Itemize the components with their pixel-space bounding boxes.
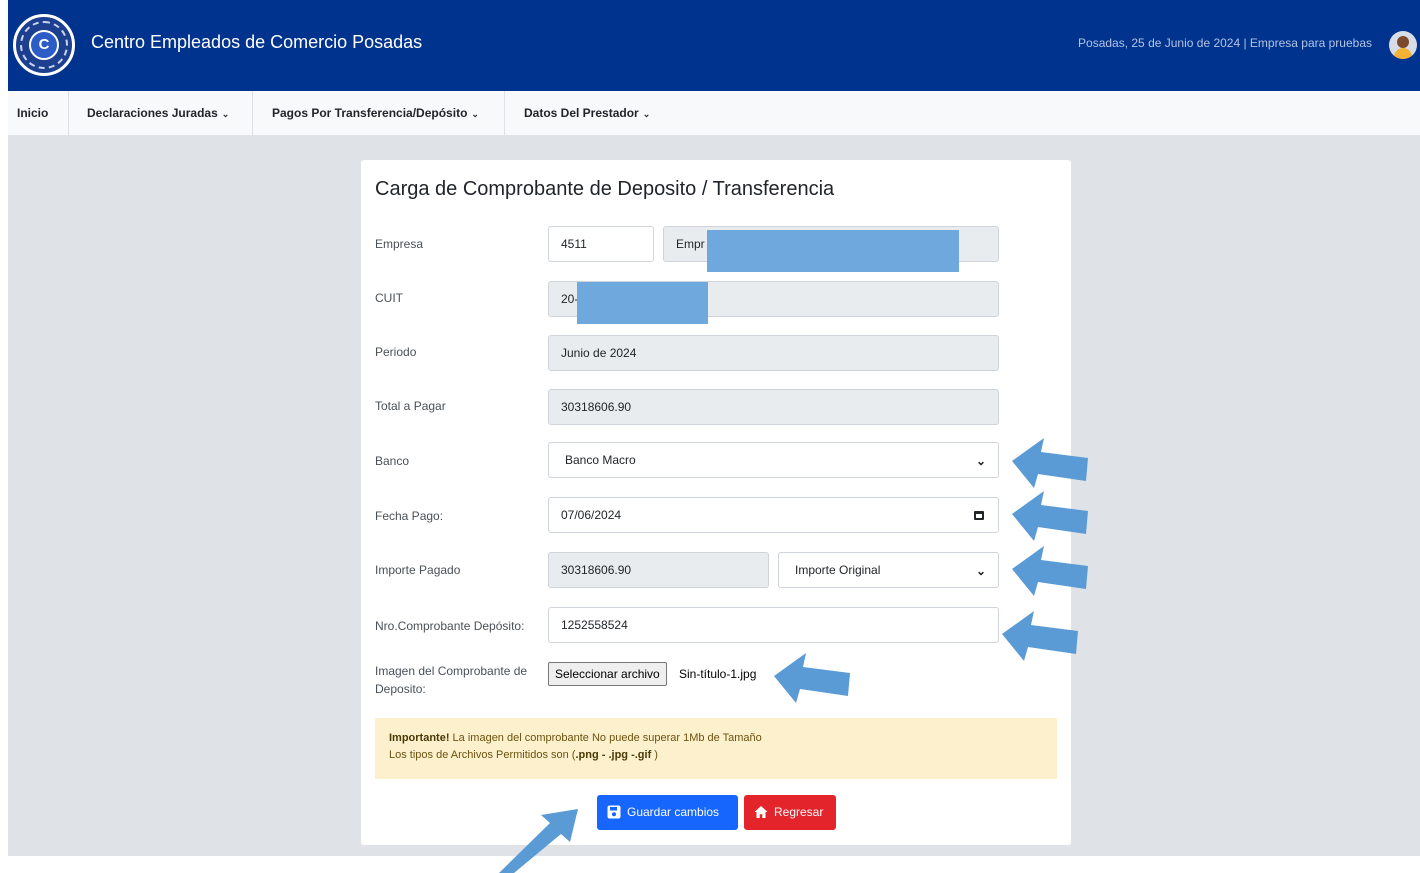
periodo-label: Periodo bbox=[375, 345, 417, 359]
top-header: C Centro Empleados de Comercio Posadas P… bbox=[8, 0, 1420, 91]
annotation-arrow-icon bbox=[774, 653, 850, 703]
empresa-code-input[interactable]: 4511 bbox=[548, 226, 654, 262]
periodo-field: Junio de 2024 bbox=[548, 335, 999, 371]
select-file-button[interactable]: Seleccionar archivo bbox=[548, 662, 667, 686]
floppy-disk-icon bbox=[607, 805, 621, 819]
page-title: Carga de Comprobante de Deposito / Trans… bbox=[375, 178, 835, 200]
annotation-arrow-icon bbox=[1002, 611, 1078, 661]
nav-item-declaraciones-juradas[interactable]: Declaraciones Juradas ⌄ bbox=[87, 106, 229, 120]
chevron-down-icon: ⌄ bbox=[221, 109, 230, 119]
warning-alert: Importante! La imagen del comprobante No… bbox=[375, 718, 1057, 779]
importe-type-select[interactable]: Importe Original ⌄ bbox=[778, 552, 999, 588]
imagen-label: Imagen del Comprobante de Deposito: bbox=[375, 664, 528, 696]
user-avatar-icon[interactable] bbox=[1389, 31, 1417, 59]
total-label: Total a Pagar bbox=[375, 399, 446, 413]
page-background: C Centro Empleados de Comercio Posadas P… bbox=[8, 0, 1420, 856]
nav-item-inicio[interactable]: Inicio bbox=[17, 106, 48, 120]
cuit-label: CUIT bbox=[375, 291, 403, 305]
annotation-arrow-icon bbox=[1012, 546, 1088, 596]
empresa-label: Empresa bbox=[375, 237, 424, 251]
fecha-label: Fecha Pago: bbox=[375, 509, 444, 523]
total-field: 30318606.90 bbox=[548, 389, 999, 425]
annotation-arrow-icon bbox=[1012, 491, 1088, 541]
back-button[interactable]: Regresar bbox=[744, 795, 836, 830]
app-title[interactable]: Centro Empleados de Comercio Posadas bbox=[91, 32, 422, 53]
nro-comprobante-input[interactable]: 1252558524 bbox=[548, 607, 999, 643]
chevron-down-icon: ⌄ bbox=[642, 109, 651, 119]
annotation-arrow-icon bbox=[499, 809, 578, 873]
nav-item-datos-prestador[interactable]: Datos Del Prestador ⌄ bbox=[524, 106, 650, 120]
chevron-down-icon: ⌄ bbox=[975, 564, 986, 578]
banco-label: Banco bbox=[375, 454, 410, 468]
nav-item-pagos[interactable]: Pagos Por Transferencia/Depósito ⌄ bbox=[272, 106, 479, 120]
importe-label: Importe Pagado bbox=[375, 563, 461, 577]
main-navbar: Inicio Declaraciones Juradas ⌄ Pagos Por … bbox=[8, 91, 1420, 135]
alert-line1: La imagen del comprobante No puede super… bbox=[449, 732, 762, 744]
form-card: Carga de Comprobante de Deposito / Trans… bbox=[361, 160, 1071, 845]
calendar-icon[interactable] bbox=[974, 511, 984, 520]
chevron-down-icon: ⌄ bbox=[471, 109, 479, 119]
save-button[interactable]: Guardar cambios bbox=[597, 795, 738, 830]
selected-file-name: Sin-título-1.jpg bbox=[679, 667, 757, 681]
alert-strong: Importante! bbox=[389, 732, 450, 744]
redaction-box bbox=[577, 282, 708, 324]
importe-field: 30318606.90 bbox=[548, 552, 769, 588]
redaction-box bbox=[707, 230, 959, 272]
cec-logo: C bbox=[13, 14, 75, 76]
chevron-down-icon: ⌄ bbox=[975, 454, 986, 468]
header-date-company: Posadas, 25 de Junio de 2024 | Empresa p… bbox=[1078, 36, 1372, 50]
nro-comprobante-label: Nro.Comprobante Depósito: bbox=[375, 619, 525, 633]
annotation-arrow-icon bbox=[1012, 438, 1088, 488]
allowed-file-types: .png - .jpg -.gif bbox=[575, 749, 652, 761]
home-icon bbox=[754, 806, 768, 818]
fecha-input[interactable]: 07/06/2024 bbox=[548, 497, 999, 533]
banco-select[interactable]: Banco Macro ⌄ bbox=[548, 442, 999, 478]
